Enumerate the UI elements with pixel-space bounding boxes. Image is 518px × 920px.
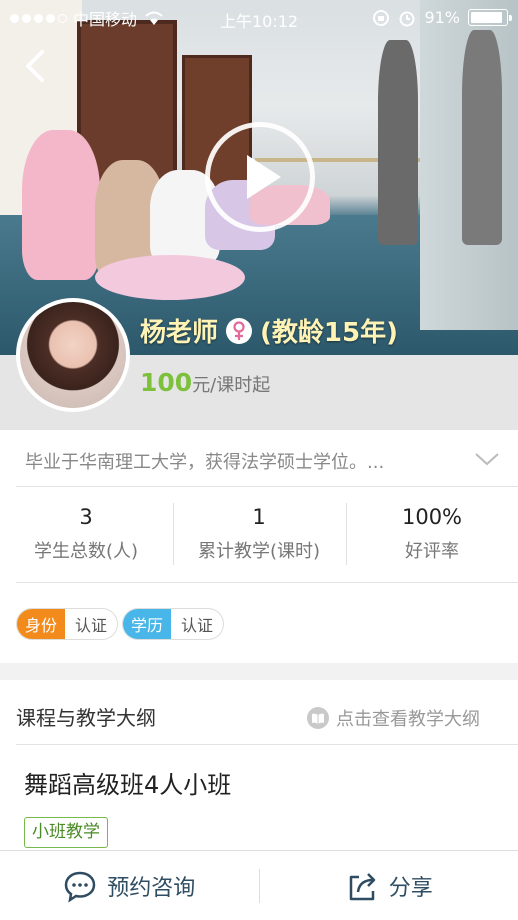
scene-teacher	[378, 40, 418, 245]
stat-lessons: 1 累计教学(课时)	[173, 505, 345, 563]
female-symbol-icon	[226, 317, 253, 344]
play-icon	[247, 155, 281, 199]
scene-child	[95, 255, 245, 300]
stat-label: 累计教学(课时)	[197, 541, 321, 562]
education-verified-badge: 学历 认证	[122, 608, 225, 640]
status-right: 91%	[372, 8, 512, 27]
stat-value: 3	[79, 505, 93, 529]
signal-dot	[46, 13, 55, 23]
divider	[16, 744, 518, 745]
stat-students: 3 学生总数(人)	[0, 505, 172, 563]
carrier-name: 中国移动	[73, 10, 138, 29]
bottom-action-bar: 预约咨询 分享	[0, 850, 518, 920]
alarm-icon	[399, 11, 415, 26]
wifi-icon	[145, 11, 163, 25]
share-button[interactable]: 分享	[260, 869, 518, 903]
signal-dot	[10, 13, 19, 23]
badge-tag: 学历	[123, 609, 172, 639]
course-name[interactable]: 舞蹈高级班4人小班	[24, 765, 231, 800]
consult-button[interactable]: 预约咨询	[0, 869, 259, 903]
section-title: 课程与教学大纲	[16, 706, 156, 730]
id-verified-badge: 身份 认证	[16, 608, 119, 640]
share-label: 分享	[388, 875, 433, 901]
signal-dot	[22, 13, 31, 23]
badge-text: 认证	[181, 616, 214, 635]
teacher-name-line: 杨老师 (教龄15年)	[140, 312, 398, 349]
consult-label: 预约咨询	[107, 875, 196, 901]
divider	[16, 486, 518, 487]
clock: 上午10:12	[220, 12, 299, 31]
stat-label: 好评率	[405, 541, 459, 562]
battery-icon	[468, 9, 512, 26]
rotation-lock-icon	[373, 9, 390, 26]
divider	[16, 582, 518, 583]
badge-text: 认证	[75, 616, 108, 635]
stat-rating: 100% 好评率	[346, 505, 518, 563]
battery-level	[471, 12, 502, 23]
syllabus-link-label: 点击查看教学大纲	[336, 709, 480, 730]
teacher-avatar[interactable]	[16, 298, 130, 412]
battery-percent: 91%	[424, 8, 460, 27]
price-unit: 元/课时起	[192, 375, 271, 396]
signal-strength-icon	[10, 13, 67, 23]
chat-bubble-icon	[64, 871, 96, 903]
scene-teacher	[462, 30, 502, 245]
teacher-intro: 毕业于华南理工大学，获得法学硕士学位。...	[25, 452, 385, 473]
course-tag: 小班教学	[24, 817, 108, 848]
stat-value: 100%	[401, 505, 463, 529]
book-icon	[307, 707, 329, 729]
teacher-detail-page: 中国移动 上午10:12 91% 杨老师 (教龄15年) 100元/课时起 毕业…	[0, 0, 518, 920]
teacher-name: 杨老师	[140, 318, 219, 348]
teacher-seniority: (教龄15年)	[260, 318, 398, 348]
status-bar: 中国移动 上午10:12 91%	[0, 0, 518, 36]
stat-label: 学生总数(人)	[33, 541, 139, 562]
signal-dot	[34, 13, 43, 23]
badge-tag: 身份	[17, 609, 66, 639]
view-syllabus-link[interactable]: 点击查看教学大纲	[306, 705, 480, 731]
price-value: 100	[140, 368, 193, 397]
play-button[interactable]	[205, 122, 315, 232]
back-chevron-icon[interactable]	[22, 48, 48, 84]
scene-child	[22, 130, 100, 280]
price-label: 100元/课时起	[140, 368, 270, 397]
signal-dot	[58, 13, 67, 23]
share-icon	[349, 872, 375, 900]
expand-chevron-icon[interactable]	[474, 451, 500, 467]
stat-value: 1	[252, 505, 266, 529]
